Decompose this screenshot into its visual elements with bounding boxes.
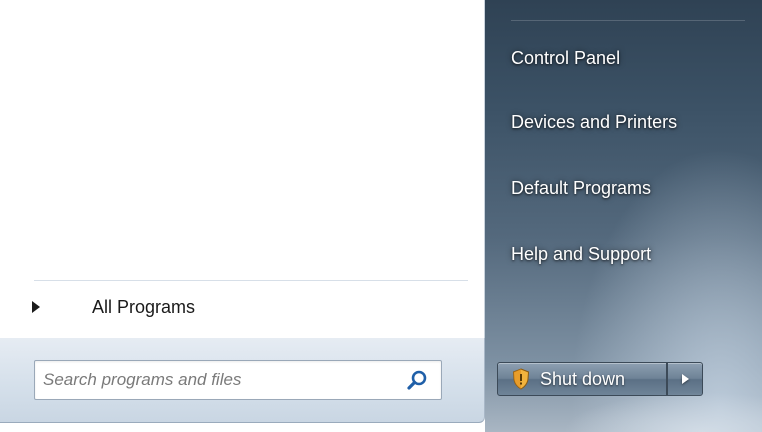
all-programs-item[interactable]: All Programs	[22, 290, 462, 324]
default-programs-item[interactable]: Default Programs	[499, 168, 739, 208]
shield-icon	[512, 368, 530, 390]
all-programs-separator	[34, 280, 468, 281]
start-menu-right-pane: Control Panel Devices and Printers Defau…	[485, 0, 762, 432]
all-programs-label: All Programs	[92, 296, 196, 317]
control-panel-item[interactable]: Control Panel	[499, 38, 739, 78]
shutdown-label: Shut down	[540, 368, 626, 389]
shutdown-options-button[interactable]	[667, 362, 703, 396]
right-pane-divider	[511, 20, 745, 21]
search-icon[interactable]	[403, 366, 431, 394]
shutdown-button[interactable]: Shut down	[497, 362, 667, 396]
devices-and-printers-label: Devices and Printers	[511, 111, 678, 132]
chevron-right-icon	[681, 374, 689, 384]
shutdown-group: Shut down	[497, 362, 703, 396]
default-programs-label: Default Programs	[511, 177, 652, 198]
search-box[interactable]	[34, 360, 442, 400]
arrow-right-icon	[32, 301, 40, 313]
start-menu-left-pane: All Programs	[0, 0, 485, 348]
taskbar-glow	[562, 392, 762, 432]
devices-and-printers-item[interactable]: Devices and Printers	[499, 102, 739, 142]
help-and-support-label: Help and Support	[511, 243, 652, 264]
control-panel-label: Control Panel	[511, 47, 621, 68]
help-and-support-item[interactable]: Help and Support	[499, 234, 739, 274]
search-input[interactable]	[35, 364, 403, 396]
